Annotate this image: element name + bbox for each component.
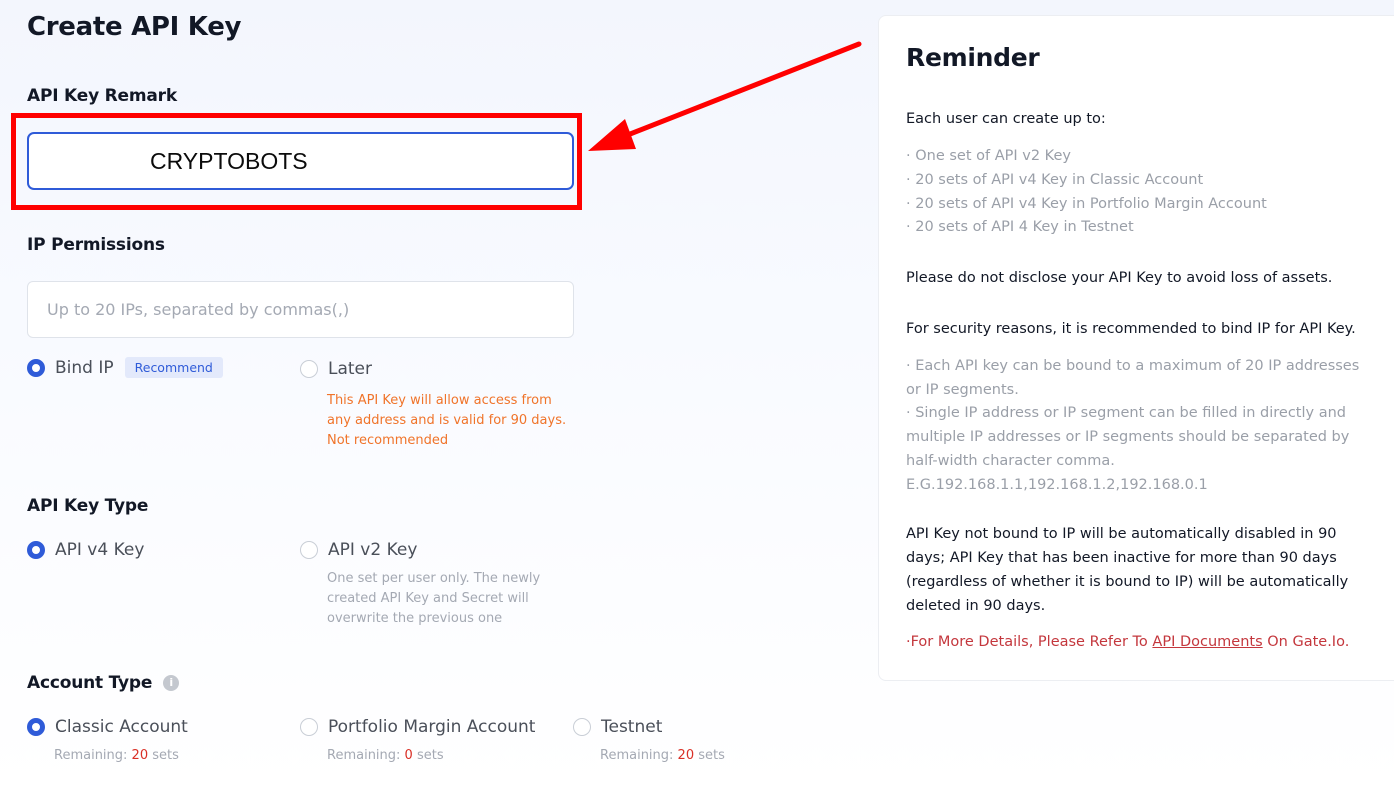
remaining-prefix: Remaining: <box>327 748 405 763</box>
api-v4-key-label: API v4 Key <box>55 540 145 560</box>
limit-item: · 20 sets of API v4 Key in Classic Accou… <box>906 172 1204 188</box>
arrow-icon <box>588 41 862 151</box>
account-type-label: Account Type i <box>27 673 180 693</box>
api-key-type-label: API Key Type <box>27 496 149 516</box>
account-type-text: Account Type <box>27 673 153 693</box>
api-v2-key-label: API v2 Key <box>328 540 418 560</box>
remaining-prefix: Remaining: <box>54 748 132 763</box>
remaining-count: 20 <box>131 748 149 763</box>
portfolio-remaining: Remaining: 0 sets <box>327 748 444 763</box>
radio-unselected-icon <box>300 718 318 736</box>
later-warning-note: This API Key will allow access from any … <box>327 393 567 448</box>
reminder-intro: Each user can create up to: <box>906 111 1106 127</box>
more-details-suffix: On Gate.Io. <box>1262 634 1350 650</box>
radio-selected-icon <box>27 718 45 736</box>
portfolio-margin-label: Portfolio Margin Account <box>328 717 536 737</box>
radio-unselected-icon <box>300 360 318 378</box>
limit-item: · 20 sets of API v4 Key in Portfolio Mar… <box>906 196 1267 212</box>
reminder-panel: Reminder Each user can create up to: · O… <box>878 15 1394 681</box>
remark-label: API Key Remark <box>27 86 177 106</box>
testnet-label: Testnet <box>601 717 663 737</box>
limit-item: · One set of API v2 Key <box>906 148 1071 164</box>
info-icon[interactable]: i <box>163 675 180 691</box>
ip-format-note: · Single IP address or IP segment can be… <box>906 405 1350 493</box>
bind-ip-radio[interactable]: Bind IP Recommend <box>27 357 223 378</box>
api-documents-link[interactable]: API Documents <box>1152 634 1262 650</box>
more-details-prefix: ·For More Details, Please Refer To <box>906 634 1153 650</box>
testnet-radio[interactable]: Testnet <box>573 717 662 737</box>
more-details: ·For More Details, Please Refer To API D… <box>906 630 1349 654</box>
remaining-suffix: sets <box>694 748 725 763</box>
page-title: Create API Key <box>27 12 242 42</box>
ip-permissions-input[interactable] <box>27 281 574 338</box>
reminder-title: Reminder <box>906 43 1040 72</box>
radio-selected-icon <box>27 541 45 559</box>
radio-selected-icon <box>27 358 45 377</box>
classic-account-label: Classic Account <box>55 717 188 737</box>
recommend-badge: Recommend <box>124 357 223 378</box>
portfolio-margin-radio[interactable]: Portfolio Margin Account <box>300 717 535 737</box>
disclose-warning: Please do not disclose your API Key to a… <box>906 270 1333 286</box>
bind-ip-label: Bind IP <box>55 357 114 378</box>
later-label: Later <box>328 359 373 379</box>
remaining-count: 20 <box>677 748 695 763</box>
testnet-remaining: Remaining: 20 sets <box>600 748 725 763</box>
limit-item: · 20 sets of API 4 Key in Testnet <box>906 219 1134 235</box>
expiry-note: API Key not bound to IP will be automati… <box>906 526 1349 614</box>
remaining-count: 0 <box>404 748 413 763</box>
ip-rule-note: · Each API key can be bound to a maximum… <box>906 358 1360 398</box>
classic-remaining: Remaining: 20 sets <box>54 748 179 763</box>
radio-unselected-icon <box>300 541 318 559</box>
later-radio[interactable]: Later <box>300 359 372 379</box>
ip-permissions-label: IP Permissions <box>27 235 165 255</box>
radio-unselected-icon <box>573 718 591 736</box>
security-note: For security reasons, it is recommended … <box>906 321 1356 337</box>
api-v2-key-note: One set per user only. The newly created… <box>327 571 541 626</box>
remaining-suffix: sets <box>148 748 179 763</box>
remaining-suffix: sets <box>412 748 444 763</box>
api-v4-key-radio[interactable]: API v4 Key <box>27 540 144 560</box>
api-v2-key-radio[interactable]: API v2 Key <box>300 540 417 560</box>
remaining-prefix: Remaining: <box>600 748 678 763</box>
classic-account-radio[interactable]: Classic Account <box>27 717 188 737</box>
api-key-remark-input[interactable] <box>27 132 574 190</box>
